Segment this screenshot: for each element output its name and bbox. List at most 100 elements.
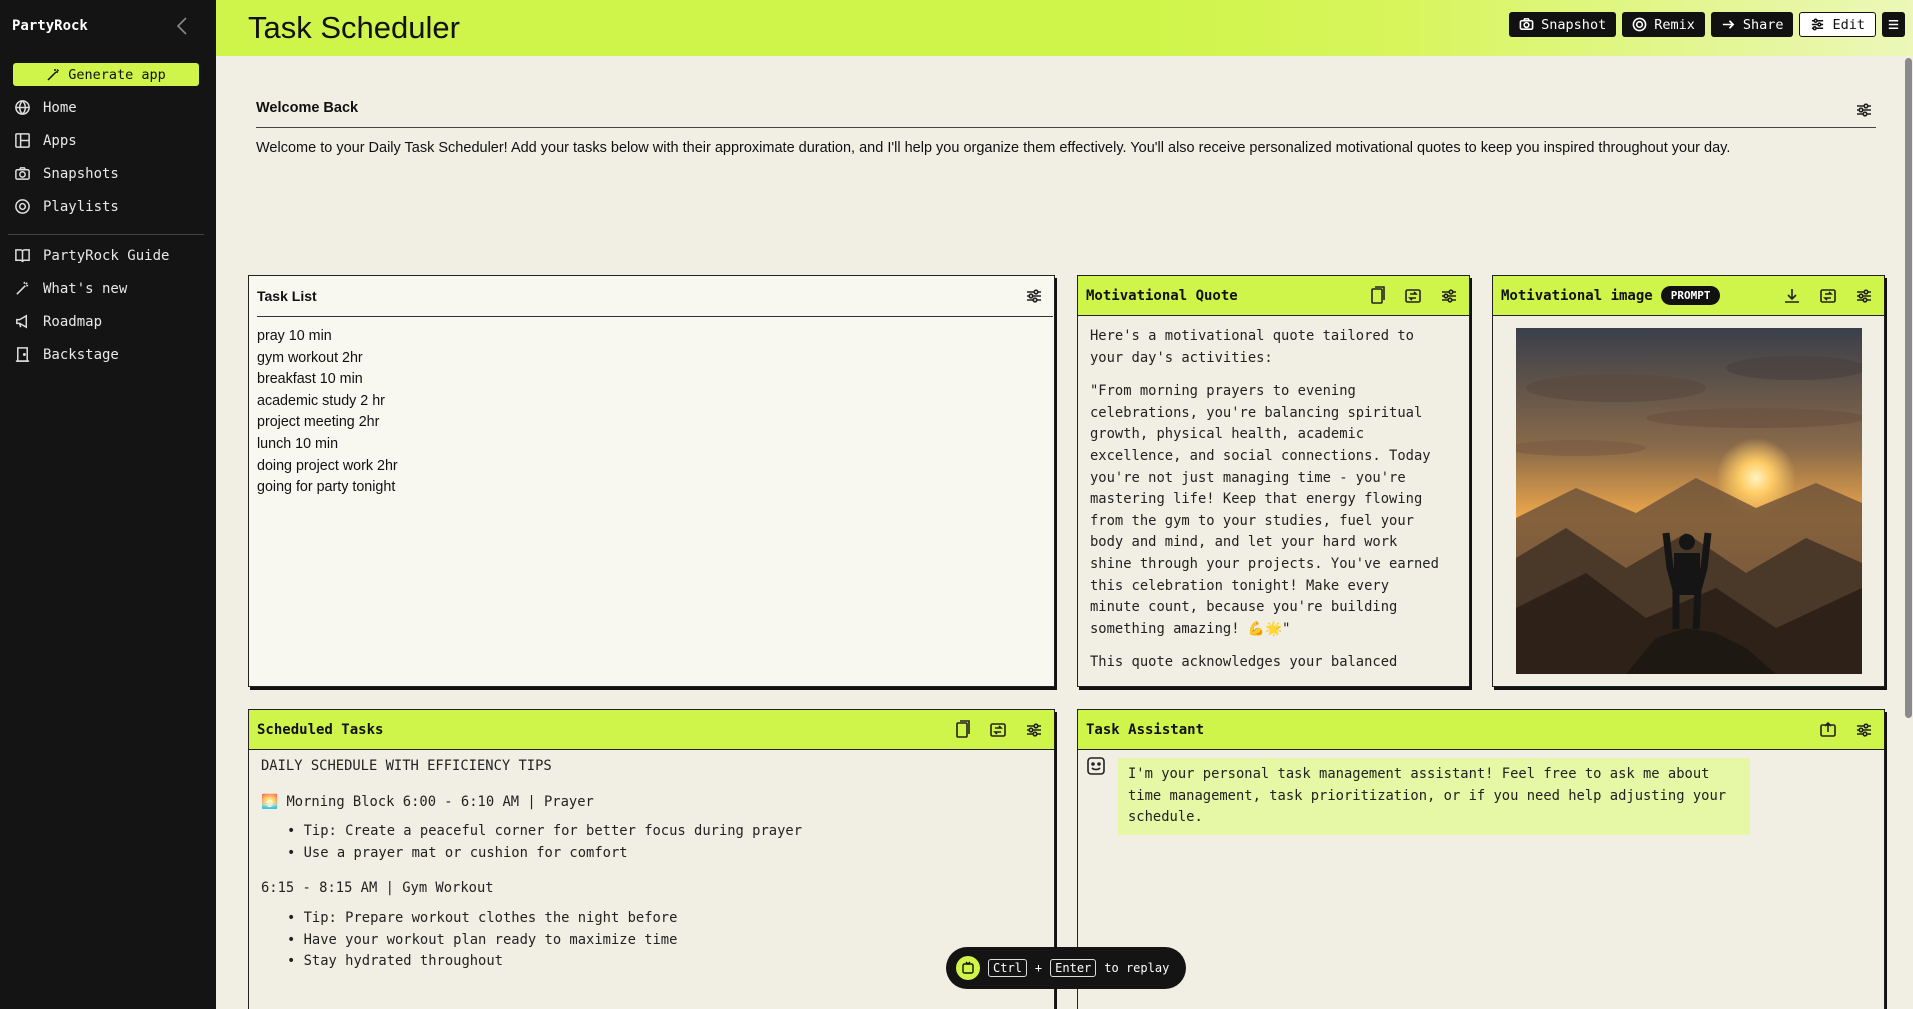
welcome-text: Welcome to your Daily Task Scheduler! Ad… xyxy=(256,140,1731,156)
copy-icon[interactable] xyxy=(1367,286,1387,306)
task-item: project meeting 2hr xyxy=(257,414,380,431)
prompt-badge[interactable]: PROMPT xyxy=(1660,286,1721,305)
widget-actions xyxy=(1782,286,1874,306)
app-header: Task Scheduler Snapshot Remix Share Edit xyxy=(216,0,1913,56)
remix-label: Remix xyxy=(1654,16,1695,33)
task-list-input[interactable]: pray 10 min gym workout 2hr breakfast 10… xyxy=(257,326,398,499)
door-icon xyxy=(15,347,30,362)
playlist-icon xyxy=(15,199,30,214)
welcome-title: Welcome Back xyxy=(256,100,359,116)
collapse-sidebar-icon[interactable] xyxy=(175,16,191,36)
sliders-icon[interactable] xyxy=(1854,720,1874,740)
widget-header: Motivational Quote xyxy=(1078,276,1469,316)
sidebar-item-whats-new[interactable]: What's new xyxy=(0,272,216,305)
export-chat-icon[interactable] xyxy=(1818,720,1838,740)
motivational-quote-widget: Motivational Quote Here's a motivational… xyxy=(1077,275,1470,687)
primary-nav: Home Apps Snapshots Playlists xyxy=(0,91,216,223)
task-item: going for party tonight xyxy=(257,479,396,496)
book-icon xyxy=(15,249,30,263)
list-item: Tip: Prepare workout clothes the night b… xyxy=(287,908,1051,930)
widget-title: Motivational Quote xyxy=(1086,287,1238,304)
widget-actions xyxy=(1367,286,1459,306)
sliders-icon[interactable] xyxy=(1854,286,1874,306)
generate-app-button[interactable]: Generate app xyxy=(13,63,199,86)
generate-app-label: Generate app xyxy=(68,66,166,83)
sidebar-item-playlists[interactable]: Playlists xyxy=(0,190,216,223)
snapshot-label: Snapshot xyxy=(1541,16,1607,33)
widget-actions xyxy=(1818,720,1874,740)
sidebar-item-backstage[interactable]: Backstage xyxy=(0,338,216,371)
replay-label: to replay xyxy=(1104,961,1170,975)
schedule-block: 6:15 - 8:15 AM | Gym Workout xyxy=(261,880,494,897)
widget-title: Motivational image xyxy=(1501,287,1653,304)
sidebar-item-guide[interactable]: PartyRock Guide xyxy=(0,239,216,272)
task-assistant-widget: Task Assistant I'm your personal task ma… xyxy=(1077,709,1885,1009)
download-icon[interactable] xyxy=(1782,286,1802,306)
sidebar-item-roadmap[interactable]: Roadmap xyxy=(0,305,216,338)
replay-icon[interactable] xyxy=(956,956,980,980)
page-scrollbar-thumb[interactable] xyxy=(1905,58,1912,718)
sidebar-item-apps[interactable]: Apps xyxy=(0,124,216,157)
list-item: Have your workout plan ready to maximize… xyxy=(287,930,1051,952)
welcome-divider xyxy=(256,127,1876,128)
megaphone-icon xyxy=(16,314,28,329)
schedule-block: 🌅 Morning Block 6:00 - 6:10 AM | Prayer xyxy=(261,793,594,810)
schedule-output: DAILY SCHEDULE WITH EFFICIENCY TIPS 🌅 Mo… xyxy=(261,756,1051,987)
widget-header: Scheduled Tasks xyxy=(249,710,1054,750)
arrow-up-right-icon xyxy=(1722,20,1735,29)
regenerate-icon[interactable] xyxy=(988,720,1008,740)
menu-button[interactable] xyxy=(1882,12,1905,37)
task-item: pray 10 min xyxy=(257,328,332,344)
scheduled-tasks-widget: Scheduled Tasks DAILY SCHEDULE WITH EFFI… xyxy=(248,709,1055,1009)
sidebar-item-label: Home xyxy=(43,99,77,116)
widget-actions xyxy=(1024,286,1044,306)
brand-logo[interactable]: PartyRock xyxy=(12,18,88,34)
generated-image xyxy=(1516,328,1862,674)
replay-toast[interactable]: Ctrl + Enter to replay xyxy=(946,947,1186,989)
edit-button[interactable]: Edit xyxy=(1799,12,1876,37)
task-item: academic study 2 hr xyxy=(257,392,385,409)
quote-intro: Here's a motivational quote tailored to … xyxy=(1090,328,1414,366)
widget-header: Motivational image PROMPT xyxy=(1493,276,1884,316)
schedule-heading: DAILY SCHEDULE WITH EFFICIENCY TIPS xyxy=(261,758,552,774)
regenerate-icon[interactable] xyxy=(1818,286,1838,306)
ctrl-key: Ctrl xyxy=(988,959,1027,977)
regenerate-icon[interactable] xyxy=(1403,286,1423,306)
quote-output: Here's a motivational quote tailored to … xyxy=(1090,326,1440,686)
widget-header: Task List xyxy=(249,276,1054,316)
copy-icon[interactable] xyxy=(952,720,972,740)
list-item: Tip: Create a peaceful corner for better… xyxy=(287,821,1051,843)
sidebar-item-label: Playlists xyxy=(43,198,119,215)
widget-title: Task Assistant xyxy=(1086,721,1205,738)
bot-avatar-icon xyxy=(1086,756,1106,776)
widget-title: Task List xyxy=(257,288,317,304)
share-button[interactable]: Share xyxy=(1710,12,1794,37)
camera-icon xyxy=(15,167,30,180)
globe-icon xyxy=(15,100,30,115)
page-title: Task Scheduler xyxy=(248,10,460,45)
task-item: lunch 10 min xyxy=(257,435,339,452)
share-label: Share xyxy=(1742,16,1784,33)
sliders-icon[interactable] xyxy=(1854,100,1874,120)
sidebar-item-snapshots[interactable]: Snapshots xyxy=(0,157,216,190)
sparkle-wand-icon xyxy=(16,281,29,295)
sidebar: PartyRock Generate app Home Apps Snapsho… xyxy=(0,0,216,1009)
secondary-nav: PartyRock Guide What's new Roadmap Backs… xyxy=(0,239,216,371)
sidebar-item-home[interactable]: Home xyxy=(0,91,216,124)
remix-button[interactable]: Remix xyxy=(1622,12,1705,37)
quote-outro: This quote acknowledges your balanced xyxy=(1090,654,1398,671)
camera-icon xyxy=(1519,18,1534,30)
snapshot-button[interactable]: Snapshot xyxy=(1509,12,1617,37)
header-actions: Snapshot Remix Share Edit xyxy=(1509,12,1905,37)
widget-header: Task Assistant xyxy=(1078,710,1884,750)
task-item: breakfast 10 min xyxy=(257,371,363,388)
tips-list: Tip: Prepare workout clothes the night b… xyxy=(287,908,1051,973)
list-item: Use a prayer mat or cushion for comfort xyxy=(287,843,1051,865)
quote-text: "From morning prayers to evening celebra… xyxy=(1090,383,1439,637)
apps-icon xyxy=(15,133,30,148)
magic-wand-icon xyxy=(47,68,60,81)
sliders-icon[interactable] xyxy=(1024,286,1044,306)
sliders-icon[interactable] xyxy=(1439,286,1459,306)
sliders-icon[interactable] xyxy=(1024,720,1044,740)
sidebar-item-label: What's new xyxy=(43,280,128,297)
